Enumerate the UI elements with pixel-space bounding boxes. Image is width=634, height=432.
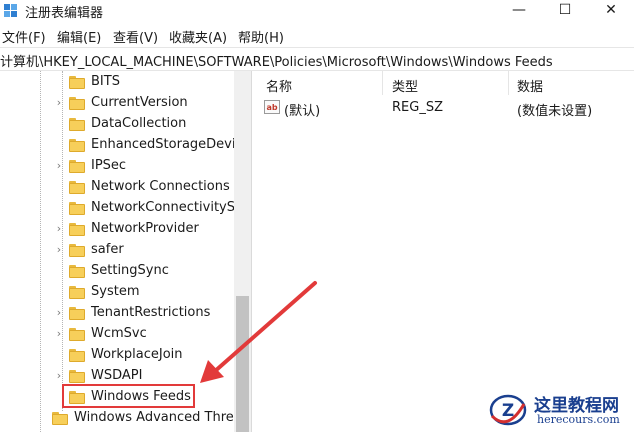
chevron-right-icon[interactable]: › bbox=[54, 328, 64, 340]
tree-item-wcmsvc[interactable]: › WcmSvc bbox=[0, 324, 234, 345]
tree-item-label: CurrentVersion bbox=[91, 95, 188, 110]
tree-item-label: Network Connections bbox=[91, 179, 230, 194]
tree-item-label: NetworkProvider bbox=[91, 221, 199, 236]
tree-item-networkconnectivitystatusindicator[interactable]: NetworkConnectivityStatusIndicator bbox=[0, 198, 251, 219]
tree-item-label: safer bbox=[91, 242, 124, 257]
folder-icon bbox=[69, 265, 85, 278]
tree-item-label: IPSec bbox=[91, 158, 127, 173]
chevron-right-icon[interactable]: › bbox=[54, 370, 64, 382]
tree-item-enhancedstoragedevices[interactable]: EnhancedStorageDevices bbox=[0, 135, 251, 156]
value-row[interactable]: ab (默认) REG_SZ (数值未设置) bbox=[257, 97, 634, 119]
tree-item-label: BITS bbox=[91, 74, 120, 89]
tree-item-label: WcmSvc bbox=[91, 326, 147, 341]
chevron-right-icon[interactable]: › bbox=[54, 244, 64, 256]
folder-icon bbox=[52, 412, 68, 425]
chevron-right-icon[interactable]: › bbox=[54, 223, 64, 235]
title-bar: 注册表编辑器 — ☐ ✕ bbox=[0, 0, 634, 22]
folder-icon bbox=[69, 307, 85, 320]
folder-icon bbox=[69, 97, 85, 110]
tree-item-label: NetworkConnectivityStatusIndicator bbox=[91, 200, 251, 215]
tree-item-label: TenantRestrictions bbox=[91, 305, 211, 320]
column-header-data[interactable]: 数据 bbox=[517, 76, 543, 95]
pane-splitter[interactable] bbox=[251, 71, 257, 432]
tree-item-label: EnhancedStorageDevices bbox=[91, 137, 251, 152]
tree-item-system[interactable]: System bbox=[0, 282, 234, 303]
address-path[interactable]: 计算机\HKEY_LOCAL_MACHINE\SOFTWARE\Policies… bbox=[0, 51, 553, 70]
tree-item-bits[interactable]: BITS bbox=[0, 72, 234, 93]
tree-item-label: System bbox=[91, 284, 140, 299]
chevron-right-icon[interactable]: › bbox=[54, 160, 64, 172]
tree-item-networkprovider[interactable]: › NetworkProvider bbox=[0, 219, 234, 240]
watermark-logo: Z bbox=[489, 394, 527, 426]
folder-icon bbox=[69, 202, 85, 215]
maximize-button[interactable]: ☐ bbox=[542, 0, 588, 22]
menu-edit[interactable]: 编辑(E) bbox=[57, 27, 101, 46]
watermark-url: herecours.com bbox=[537, 413, 620, 426]
selection-highlight-box bbox=[62, 384, 195, 408]
value-type: REG_SZ bbox=[392, 100, 443, 115]
tree-item-label: DataCollection bbox=[91, 116, 187, 131]
tree-item-safer[interactable]: › safer bbox=[0, 240, 234, 261]
menu-favorites[interactable]: 收藏夹(A) bbox=[169, 27, 227, 46]
watermark-logo-letter: Z bbox=[502, 401, 514, 421]
tree-item-windows-advanced-threat-protection[interactable]: Windows Advanced Threat Protection bbox=[0, 408, 251, 429]
folder-icon bbox=[69, 118, 85, 131]
string-value-icon: ab bbox=[264, 100, 280, 114]
value-data: (数值未设置) bbox=[517, 104, 593, 119]
folder-icon bbox=[69, 370, 85, 383]
watermark: Z 这里教程网 herecours.com bbox=[484, 388, 634, 432]
folder-icon bbox=[69, 244, 85, 257]
tree-item-label: Windows Advanced Threat Protection bbox=[74, 410, 251, 425]
column-header-name[interactable]: 名称 bbox=[266, 76, 292, 95]
folder-icon bbox=[69, 181, 85, 194]
tree-scrollbar-thumb[interactable] bbox=[236, 296, 249, 432]
tree-item-network-connections[interactable]: Network Connections bbox=[0, 177, 234, 198]
tree-item-currentversion[interactable]: › CurrentVersion bbox=[0, 93, 234, 114]
menu-help[interactable]: 帮助(H) bbox=[238, 27, 284, 46]
tree-item-datacollection[interactable]: DataCollection bbox=[0, 114, 234, 135]
folder-icon bbox=[69, 223, 85, 236]
folder-icon bbox=[69, 139, 85, 152]
value-name: (默认) bbox=[284, 104, 321, 119]
menu-view[interactable]: 查看(V) bbox=[113, 27, 158, 46]
close-button[interactable]: ✕ bbox=[588, 0, 634, 22]
tree-item-settingsync[interactable]: SettingSync bbox=[0, 261, 234, 282]
minimize-button[interactable]: — bbox=[496, 0, 542, 22]
folder-icon bbox=[69, 349, 85, 362]
address-bar[interactable]: 计算机\HKEY_LOCAL_MACHINE\SOFTWARE\Policies… bbox=[0, 47, 634, 71]
tree-item-label: WorkplaceJoin bbox=[91, 347, 183, 362]
regedit-app-icon bbox=[4, 4, 17, 17]
menu-bar: 文件(F) 编辑(E) 查看(V) 收藏夹(A) 帮助(H) bbox=[0, 24, 634, 46]
chevron-right-icon[interactable]: › bbox=[54, 97, 64, 109]
tree-item-ipsec[interactable]: › IPSec bbox=[0, 156, 234, 177]
column-header-type[interactable]: 类型 bbox=[392, 76, 418, 95]
folder-icon bbox=[69, 286, 85, 299]
menu-file[interactable]: 文件(F) bbox=[2, 27, 46, 46]
tree-item-tenantrestrictions[interactable]: › TenantRestrictions bbox=[0, 303, 234, 324]
folder-icon bbox=[69, 160, 85, 173]
window-title: 注册表编辑器 bbox=[25, 6, 104, 21]
list-header: 名称 类型 数据 bbox=[257, 71, 634, 95]
column-separator[interactable] bbox=[508, 71, 509, 95]
chevron-right-icon[interactable]: › bbox=[54, 307, 64, 319]
column-separator[interactable] bbox=[382, 71, 383, 95]
tree-item-workplacejoin[interactable]: WorkplaceJoin bbox=[0, 345, 234, 366]
key-tree-pane[interactable]: BITS › CurrentVersion DataCollection Enh… bbox=[0, 71, 251, 432]
tree-item-label: WSDAPI bbox=[91, 368, 143, 383]
tree-item-label: SettingSync bbox=[91, 263, 169, 278]
folder-icon bbox=[69, 76, 85, 89]
folder-icon bbox=[69, 328, 85, 341]
